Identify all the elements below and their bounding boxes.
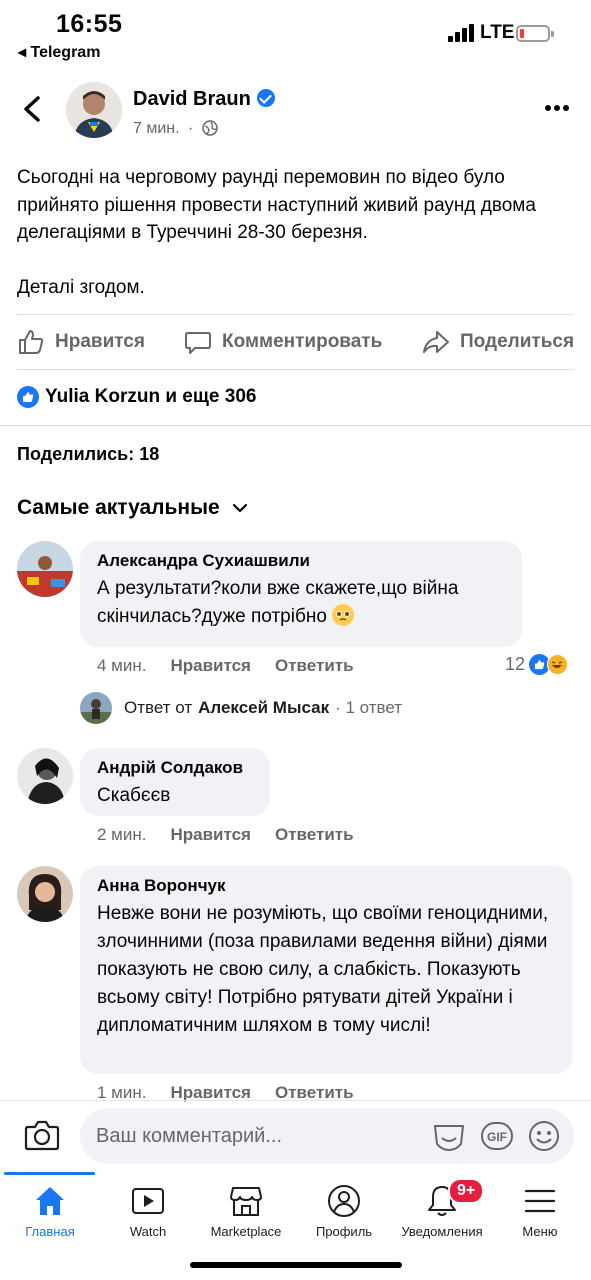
profile-icon (328, 1185, 360, 1217)
commenter-name[interactable]: Анна Ворончук (97, 876, 557, 896)
back-arrow-icon[interactable] (20, 94, 46, 124)
like-reaction-icon (17, 386, 39, 408)
commenter-avatar[interactable] (17, 866, 73, 922)
signal-icon (448, 24, 476, 42)
reactions-summary[interactable]: Yulia Korzun и еще 306 (17, 386, 256, 408)
comment-text: Невже вони не розуміють, що своїми геноц… (97, 903, 549, 1036)
author-name[interactable]: David Braun (133, 88, 275, 111)
marketplace-icon (230, 1187, 262, 1216)
divider (17, 369, 574, 370)
chevron-down-icon (232, 503, 247, 513)
tab-label: Marketplace (210, 1224, 282, 1239)
meta-separator: · (188, 120, 194, 137)
replier-name: Алексей Мысак (198, 698, 330, 717)
thumbs-up-icon (19, 330, 44, 354)
tab-marketplace[interactable]: Marketplace (196, 1184, 296, 1239)
post-paragraph: Деталі згодом. (17, 276, 145, 298)
tab-menu[interactable]: Меню (490, 1184, 590, 1239)
commenter-name[interactable]: Андрій Солдаков (97, 758, 254, 778)
comment-time[interactable]: 4 мин. (97, 656, 146, 676)
comment-like-button[interactable]: Нравится (170, 825, 251, 845)
avatar-sticker-icon[interactable] (432, 1120, 466, 1152)
comment-bubble[interactable]: Андрій Солдаков Скабєєв (80, 748, 270, 816)
comment-bubble[interactable]: Анна Ворончук Невже вони не розуміють, щ… (80, 866, 573, 1074)
author-name-text[interactable]: David Braun (133, 88, 251, 110)
post-body: Сьогодні на черговому раунді перемовин п… (17, 164, 577, 301)
more-options-icon[interactable] (544, 104, 570, 112)
comment-composer: Ваш комментарий... GIF (0, 1100, 591, 1168)
home-indicator[interactable] (190, 1262, 402, 1268)
tab-watch[interactable]: Watch (98, 1184, 198, 1239)
post-meta: 7 мин. · (133, 120, 218, 138)
haha-reaction-icon (547, 654, 569, 675)
sort-label: Самые актуальные (17, 496, 220, 519)
comment-reaction-count[interactable]: 12 (505, 654, 569, 675)
post-time[interactable]: 7 мин. (133, 120, 180, 137)
comment-input-placeholder: Ваш комментарий... (96, 1125, 283, 1147)
like-label: Нравится (55, 331, 145, 352)
tab-label: Меню (522, 1224, 558, 1239)
comment-bubble[interactable]: Александра Сухиашвили А результати?коли … (80, 541, 522, 647)
comment-meta: 4 мин. Нравится Ответить (97, 656, 378, 676)
divider (17, 314, 574, 315)
status-bar: 16:55 ◂ Telegram LTE (0, 0, 591, 70)
comment-text: А результати?коли вже скажете,що війна с… (97, 575, 506, 631)
tab-label: Главная (25, 1224, 75, 1239)
camera-icon[interactable] (24, 1118, 60, 1152)
section-separator (0, 425, 591, 426)
comment-text-content: А результати?коли вже скажете,що війна с… (97, 578, 459, 627)
status-time: 16:55 (56, 10, 123, 38)
svg-text:GIF: GIF (487, 1130, 507, 1144)
like-button[interactable]: Нравится (17, 328, 145, 356)
tab-label: Уведомления (401, 1224, 483, 1239)
author-avatar[interactable] (66, 82, 122, 138)
battery-icon (516, 25, 554, 42)
reaction-count-text: 12 (505, 654, 526, 674)
replier-avatar (80, 692, 112, 724)
globe-icon (202, 120, 218, 136)
comment-reply-button[interactable]: Ответить (275, 656, 354, 676)
post-actions: Нравится Комментировать Поделиться (0, 318, 591, 368)
emoji-smile-icon[interactable] (528, 1120, 560, 1152)
home-icon (36, 1187, 64, 1215)
notifications-badge: 9+ (448, 1178, 485, 1204)
tab-home[interactable]: Главная (0, 1184, 100, 1239)
reactions-text: Yulia Korzun и еще 306 (45, 386, 257, 407)
comment-label: Комментировать (222, 331, 383, 352)
composer-divider (0, 1100, 591, 1101)
watch-icon (132, 1188, 164, 1214)
reply-count: · 1 ответ (335, 698, 403, 717)
share-button[interactable]: Поделиться (422, 328, 574, 356)
shares-count[interactable]: Поделились: 18 (17, 444, 159, 465)
tab-label: Профиль (315, 1224, 373, 1239)
comment-sort-dropdown[interactable]: Самые актуальные (17, 496, 248, 520)
active-tab-indicator (4, 1172, 95, 1175)
verified-badge-icon (256, 89, 275, 107)
comment-button[interactable]: Комментировать (184, 328, 382, 356)
comment-bubble-icon (185, 332, 211, 354)
comment-meta: 2 мин. Нравится Ответить (97, 825, 378, 845)
back-to-telegram-link[interactable]: ◂ Telegram (18, 42, 100, 62)
replies-link[interactable]: Ответ от Алексей Мысак · 1 ответ (80, 692, 402, 724)
comment-reply-button[interactable]: Ответить (275, 825, 354, 845)
menu-icon (524, 1189, 556, 1213)
commenter-name[interactable]: Александра Сухиашвили (97, 551, 506, 571)
share-label: Поделиться (460, 331, 575, 352)
share-arrow-icon (423, 331, 449, 353)
comment-text: Скабєєв (97, 785, 171, 806)
comment-like-button[interactable]: Нравится (170, 656, 251, 676)
network-label: LTE (480, 22, 515, 43)
comment-input[interactable]: Ваш комментарий... GIF (80, 1108, 574, 1164)
tab-label: Watch (129, 1224, 167, 1239)
commenter-avatar[interactable] (17, 748, 73, 804)
commenter-avatar[interactable] (17, 541, 73, 597)
gif-icon[interactable]: GIF (480, 1120, 514, 1152)
post-paragraph: Сьогодні на черговому раунді перемовин п… (17, 167, 536, 243)
post-header: David Braun 7 мин. · (0, 78, 591, 144)
tab-profile[interactable]: Профиль (294, 1184, 394, 1239)
pleading-face-emoji-icon (332, 604, 355, 626)
comment-time[interactable]: 2 мин. (97, 825, 146, 845)
reply-prefix: Ответ от (124, 698, 193, 717)
